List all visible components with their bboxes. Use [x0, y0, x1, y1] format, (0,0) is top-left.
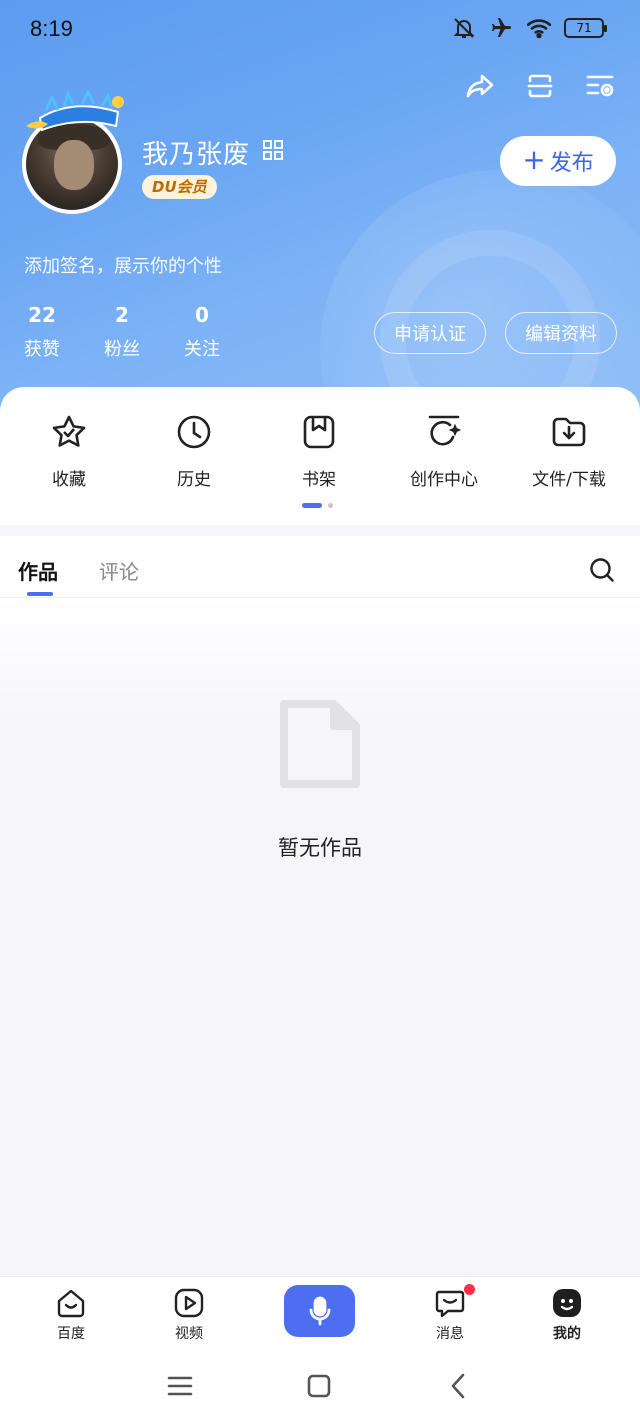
status-icons: 71: [452, 16, 607, 40]
back-icon[interactable]: [443, 1370, 475, 1402]
plus-icon: +: [522, 143, 546, 176]
mine-face-icon: [553, 1289, 581, 1317]
works-list: 暂无作品: [0, 598, 640, 1276]
shortcut-creator-center[interactable]: 创作中心: [384, 413, 504, 490]
airplane-icon: [492, 18, 511, 37]
voice-search-button[interactable]: [284, 1285, 355, 1337]
shortcut-pager: [302, 503, 333, 508]
tab-comments[interactable]: 评论: [99, 556, 139, 585]
shortcut-favorites[interactable]: 收藏: [9, 413, 129, 490]
shortcut-label: 创作中心: [410, 470, 478, 490]
nav-label: 百度: [57, 1326, 85, 1342]
nav-label: 我的: [553, 1326, 581, 1342]
publish-label: 发布: [549, 151, 594, 176]
scan-icon[interactable]: [524, 70, 556, 102]
vip-badge[interactable]: DU会员: [142, 175, 217, 199]
status-time: 8:19: [30, 16, 73, 41]
avatar[interactable]: [18, 90, 128, 214]
shortcut-panel: 收藏 历史 书架 创作中心 文件/下载: [0, 387, 640, 525]
search-icon[interactable]: [588, 556, 616, 584]
bookmark-icon: [303, 415, 335, 449]
stat-following-count: 0: [195, 303, 209, 327]
nav-video[interactable]: 视频: [149, 1287, 229, 1343]
avatar-frame-decoration: [26, 90, 124, 132]
stat-fans[interactable]: 2 粉丝: [82, 303, 162, 361]
clock-icon: [177, 415, 211, 449]
battery-indicator: 71: [564, 18, 607, 38]
pager-dot-active: [302, 503, 322, 508]
stat-following-label: 关注: [184, 339, 220, 360]
tab-active-indicator: [27, 592, 53, 596]
nav-label: 消息: [436, 1326, 464, 1342]
shortcut-label: 文件/下载: [532, 470, 606, 490]
stat-likes-count: 22: [28, 303, 56, 327]
shortcut-label: 收藏: [52, 470, 86, 490]
nav-baidu[interactable]: 百度: [31, 1287, 111, 1343]
share-icon[interactable]: [464, 70, 496, 102]
shortcut-history[interactable]: 历史: [134, 413, 254, 490]
baidu-home-icon: [57, 1289, 85, 1318]
bottom-navigation: 百度 视频 消息 我的: [0, 1276, 640, 1352]
message-notification-dot: [464, 1284, 475, 1295]
username[interactable]: 我乃张废: [142, 134, 250, 171]
settings-menu-icon[interactable]: [584, 70, 616, 102]
stat-likes-label: 获赞: [24, 339, 60, 360]
mute-bell-icon: [453, 18, 475, 38]
create-icon: [428, 415, 462, 446]
message-icon: [435, 1290, 465, 1318]
stat-following[interactable]: 0 关注: [162, 303, 242, 361]
avatar-face: [54, 140, 94, 190]
shortcut-bookshelf[interactable]: 书架: [259, 413, 379, 490]
video-play-icon: [174, 1288, 204, 1318]
shortcut-files-downloads[interactable]: 文件/下载: [509, 413, 629, 490]
nav-mine[interactable]: 我的: [527, 1287, 607, 1343]
nav-messages[interactable]: 消息: [410, 1287, 490, 1343]
empty-document-icon: [280, 700, 360, 788]
star-icon: [52, 415, 86, 447]
shortcut-label: 书架: [302, 470, 336, 490]
content-tabs: 作品 评论: [0, 536, 640, 598]
stat-fans-label: 粉丝: [104, 339, 140, 360]
wifi-icon: [526, 19, 552, 39]
home-icon[interactable]: [303, 1370, 335, 1402]
stat-likes[interactable]: 22 获赞: [2, 303, 82, 361]
microphone-icon: [309, 1296, 330, 1326]
signature[interactable]: 添加签名，展示你的个性: [24, 252, 222, 278]
system-navigation-bar: [0, 1352, 640, 1422]
status-bar: 8:19 71: [0, 0, 640, 60]
apply-certification-button[interactable]: 申请认证: [374, 312, 486, 354]
tab-works[interactable]: 作品: [18, 556, 58, 585]
stat-fans-count: 2: [115, 303, 129, 327]
recent-apps-icon[interactable]: [164, 1370, 196, 1402]
nav-label: 视频: [175, 1326, 203, 1342]
edit-profile-button[interactable]: 编辑资料: [505, 312, 617, 354]
header-actions: [464, 70, 616, 102]
pager-dot: [328, 503, 333, 508]
qr-code-icon[interactable]: [262, 139, 284, 161]
empty-state-text: 暂无作品: [278, 836, 362, 860]
publish-button[interactable]: + 发布: [500, 136, 616, 186]
shortcut-label: 历史: [177, 470, 211, 490]
folder-download-icon: [552, 417, 586, 447]
